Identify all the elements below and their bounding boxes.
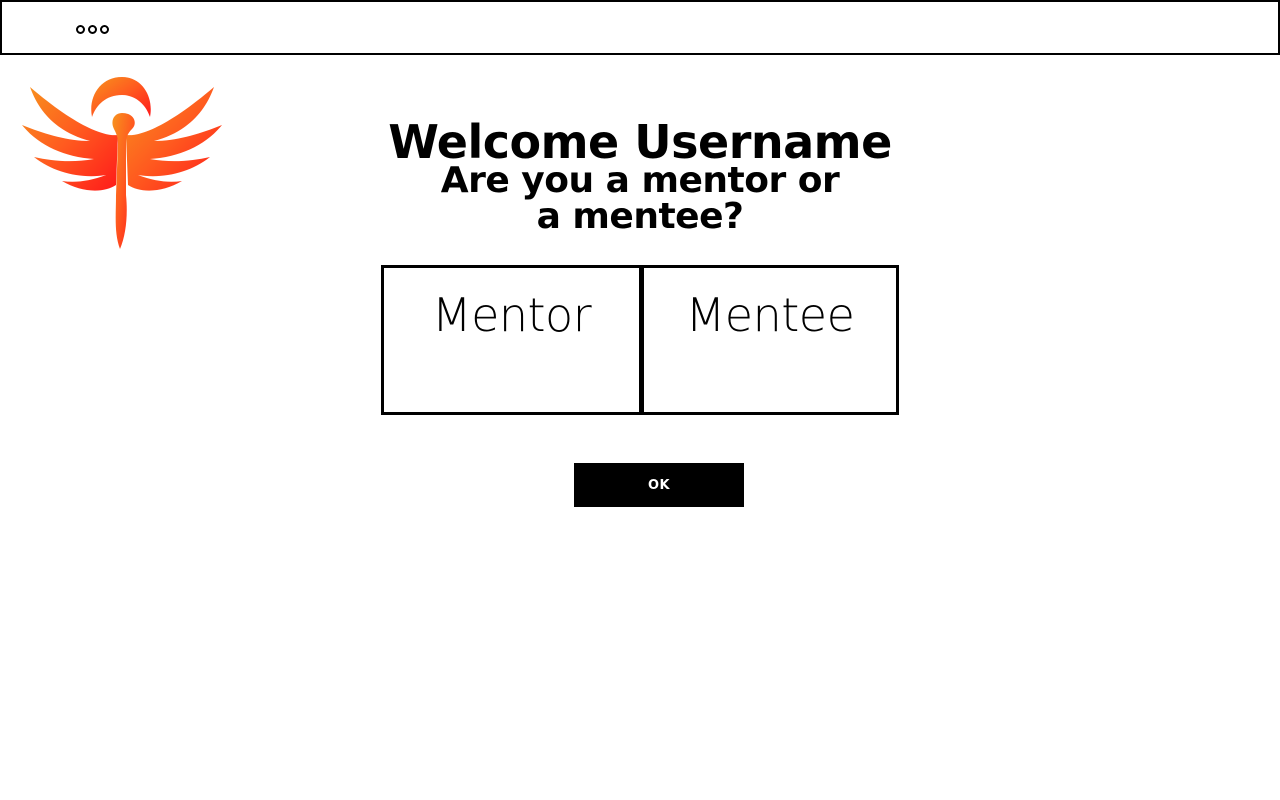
mentor-option[interactable]: Mentor	[381, 265, 642, 415]
dot-icon	[76, 25, 85, 34]
mentor-option-label: Mentor	[431, 288, 592, 342]
phoenix-logo-icon	[20, 75, 224, 251]
ok-button[interactable]: OK	[574, 463, 744, 507]
mentee-option-label: Mentee	[685, 288, 855, 342]
dot-icon	[100, 25, 109, 34]
three-dots-menu-icon[interactable]	[76, 25, 109, 34]
mentee-option[interactable]: Mentee	[639, 265, 899, 415]
top-bar	[0, 0, 1280, 55]
role-question: Are you a mentor or a mentee?	[440, 160, 840, 237]
dot-icon	[88, 25, 97, 34]
